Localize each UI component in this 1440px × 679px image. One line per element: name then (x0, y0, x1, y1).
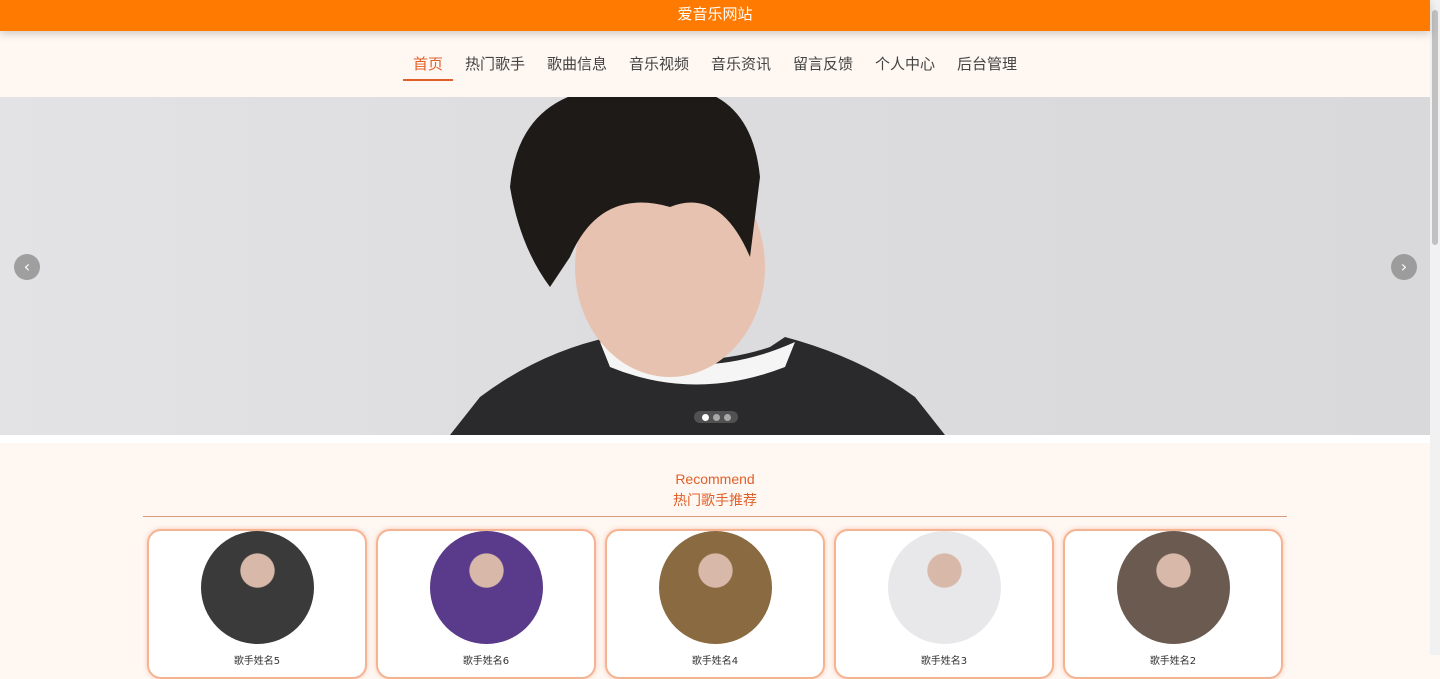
nav-profile[interactable]: 个人中心 (864, 41, 946, 87)
main-nav: 首页 热门歌手 歌曲信息 音乐视频 音乐资讯 留言反馈 个人中心 后台管理 (0, 31, 1430, 97)
singer-avatar (887, 531, 1001, 644)
nav-videos[interactable]: 音乐视频 (618, 41, 700, 87)
nav-feedback[interactable]: 留言反馈 (782, 41, 864, 87)
banner-image (450, 97, 945, 435)
carousel-next-button[interactable]: › (1391, 254, 1417, 280)
singer-avatar (200, 531, 314, 644)
singer-card[interactable]: 歌手姓名4 (605, 529, 825, 679)
singer-name: 歌手姓名4 (691, 656, 739, 667)
carousel-dot[interactable] (701, 413, 709, 421)
carousel-prev-button[interactable]: ‹ (14, 254, 40, 280)
banner-carousel[interactable]: ‹ › (0, 97, 1430, 435)
recommend-cn: 热门歌手推荐 (673, 493, 757, 509)
nav-news[interactable]: 音乐资讯 (700, 41, 782, 87)
singer-name: 歌手姓名3 (920, 656, 968, 667)
carousel-dot[interactable] (723, 413, 731, 421)
singer-card[interactable]: 歌手姓名2 (1063, 529, 1283, 679)
scrollbar-thumb[interactable] (1432, 10, 1438, 245)
singer-name: 歌手姓名6 (462, 656, 510, 667)
recommend-heading: Recommend 热门歌手推荐 (0, 471, 1430, 510)
nav-home[interactable]: 首页 (402, 41, 454, 87)
nav-admin[interactable]: 后台管理 (946, 41, 1028, 87)
singer-avatar (1116, 531, 1230, 644)
singer-avatar (429, 531, 543, 644)
singer-card[interactable]: 歌手姓名3 (834, 529, 1054, 679)
carousel-indicators (694, 411, 738, 423)
divider (143, 516, 1287, 517)
page-scrollbar[interactable] (1430, 0, 1440, 655)
singer-avatar (658, 531, 772, 644)
nav-hot-singers[interactable]: 热门歌手 (454, 41, 536, 87)
site-title: 爱音乐网站 (0, 0, 1430, 31)
singer-card[interactable]: 歌手姓名6 (376, 529, 596, 679)
carousel-dot[interactable] (712, 413, 720, 421)
singer-name: 歌手姓名2 (1149, 656, 1197, 667)
singer-cards: 歌手姓名5 歌手姓名6 歌手姓名4 歌手姓名3 歌手姓名2 (147, 529, 1430, 679)
singer-card[interactable]: 歌手姓名5 (147, 529, 367, 679)
singer-name: 歌手姓名5 (233, 656, 281, 667)
nav-songs[interactable]: 歌曲信息 (536, 41, 618, 87)
recommend-en: Recommend (675, 471, 755, 487)
